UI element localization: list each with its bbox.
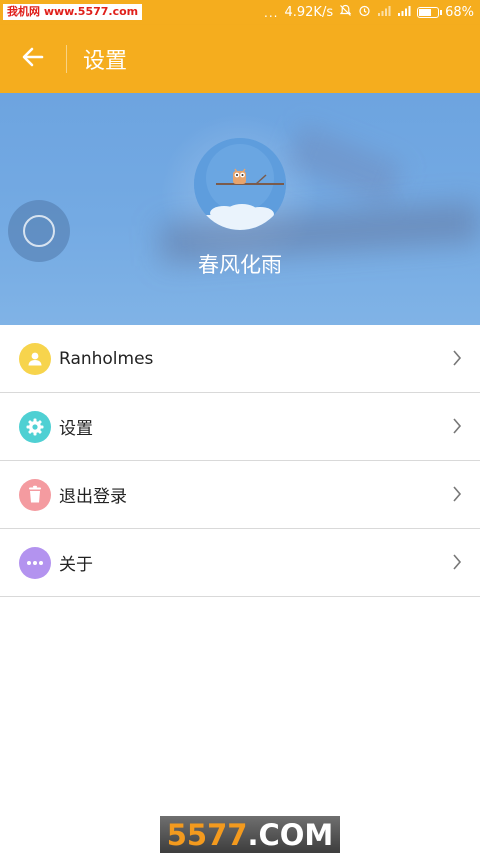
watermark-domain: .COM — [247, 817, 334, 852]
battery-icon — [417, 7, 443, 18]
user-icon — [19, 342, 51, 375]
app-bar: 设置 — [0, 25, 480, 93]
owl-avatar-icon — [194, 138, 286, 230]
chevron-right-icon — [452, 349, 462, 371]
appbar-divider — [66, 45, 67, 73]
notification-dots: ... — [264, 5, 279, 20]
trash-icon — [19, 478, 51, 511]
mute-bell-icon — [339, 4, 352, 21]
profile-banner: 春风化雨 — [0, 93, 480, 325]
profile-name: 春风化雨 — [198, 253, 282, 277]
menu-item-label: 关于 — [59, 555, 93, 575]
menu-item-account[interactable]: Ranholmes — [0, 325, 480, 393]
status-icons: ... 4.92K/s 68% — [264, 0, 474, 25]
menu-item-about[interactable]: 关于 — [0, 529, 480, 597]
network-speed: 4.92K/s — [284, 5, 334, 20]
menu-item-logout[interactable]: 退出登录 — [0, 461, 480, 529]
menu-item-label: 设置 — [59, 419, 93, 439]
battery-percent: 68% — [445, 5, 474, 20]
alarm-clock-icon — [358, 4, 371, 21]
more-dots-icon — [19, 546, 51, 579]
back-button[interactable] — [0, 25, 66, 93]
settings-menu: Ranholmes 设置 退出登录 关于 — [0, 325, 480, 597]
watermark-number: 5577 — [166, 817, 248, 852]
chevron-right-icon — [452, 553, 462, 575]
avatar[interactable] — [194, 138, 286, 230]
circle-icon — [23, 215, 55, 247]
chevron-right-icon — [452, 417, 462, 439]
chevron-right-icon — [452, 485, 462, 507]
arrow-left-icon — [22, 47, 44, 71]
menu-item-label: Ranholmes — [59, 348, 154, 369]
sim-signal-icon — [377, 5, 391, 21]
watermark-logo: 5577.COM — [160, 816, 340, 853]
status-bar: 我机网 www.5577.com ... 4.92K/s 68% — [0, 0, 480, 25]
page-title: 设置 — [83, 49, 128, 74]
gear-icon — [19, 410, 51, 443]
menu-item-settings[interactable]: 设置 — [0, 393, 480, 461]
menu-item-label: 退出登录 — [59, 487, 127, 507]
watermark-badge: 我机网 www.5577.com — [3, 4, 143, 20]
signal-strength-icon — [397, 5, 411, 21]
